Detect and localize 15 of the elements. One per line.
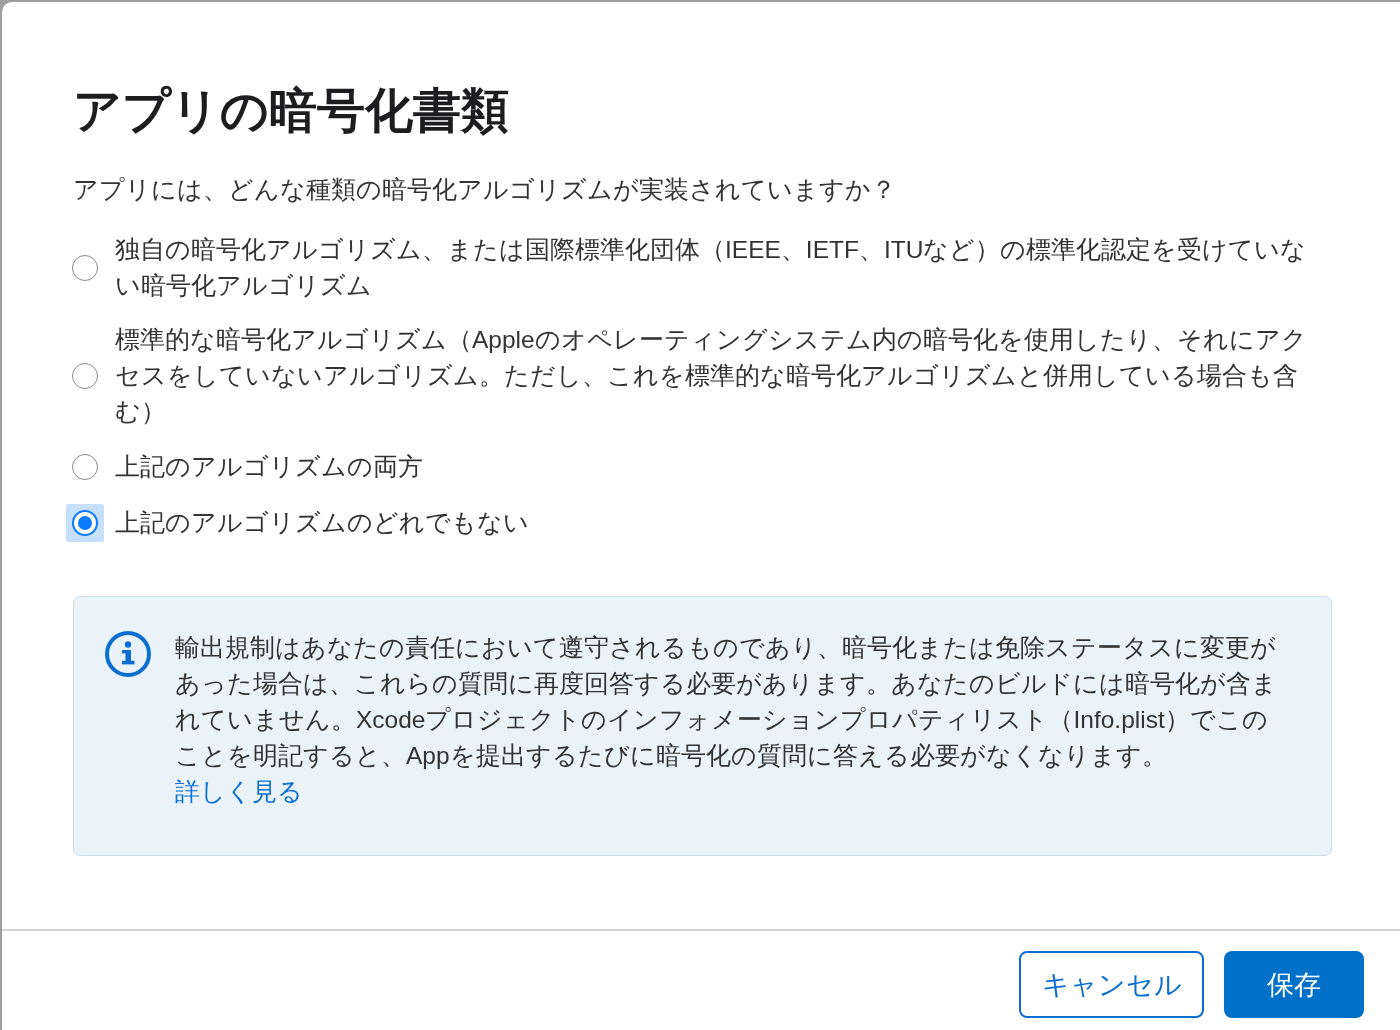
- learn-more-link[interactable]: 詳しく見る: [175, 778, 303, 805]
- info-text: 輸出規制はあなたの責任において遵守されるものであり、暗号化または免除ステータスに変更があった場合は、これらの質問に再度回答する必要があります。あなたのビルドには暗号化が含まれていません。Xcodeプロジェクトのインフォメーションプロパティリスト（Info.plist）でこのことを明記すると、Appを提出するたびに暗号化の質問に答える必要がなくなります。 詳しく見る: [175, 633, 1278, 807]
- radio-button[interactable]: [72, 255, 98, 281]
- option-label[interactable]: 上記のアルゴリズムの両方: [115, 449, 423, 485]
- radio-button[interactable]: [66, 504, 104, 542]
- info-icon: [105, 631, 151, 677]
- radio-button[interactable]: [72, 454, 98, 480]
- option-label[interactable]: 上記のアルゴリズムのどれでもない: [115, 505, 529, 541]
- radio-button[interactable]: [72, 363, 98, 389]
- cancel-button[interactable]: キャンセル: [1019, 951, 1204, 1018]
- dialog-title: アプリの暗号化書類: [73, 83, 510, 139]
- option-label[interactable]: 標準的な暗号化アルゴリズム（Appleのオペレーティングシステム内の暗号化を使用したり、それにアクセスをしていないアルゴリズム。ただし、これを標準的な暗号化アルゴリズムと併用している場合も含む）: [115, 322, 1330, 430]
- save-button[interactable]: 保存: [1224, 951, 1364, 1018]
- option-label[interactable]: 独自の暗号化アルゴリズム、または国際標準化団体（IEEE、IETF、ITUなど）の標準化認定を受けていない暗号化アルゴリズム: [115, 232, 1330, 304]
- question-text: アプリには、どんな種類の暗号化アルゴリズムが実装されていますか？: [73, 175, 897, 205]
